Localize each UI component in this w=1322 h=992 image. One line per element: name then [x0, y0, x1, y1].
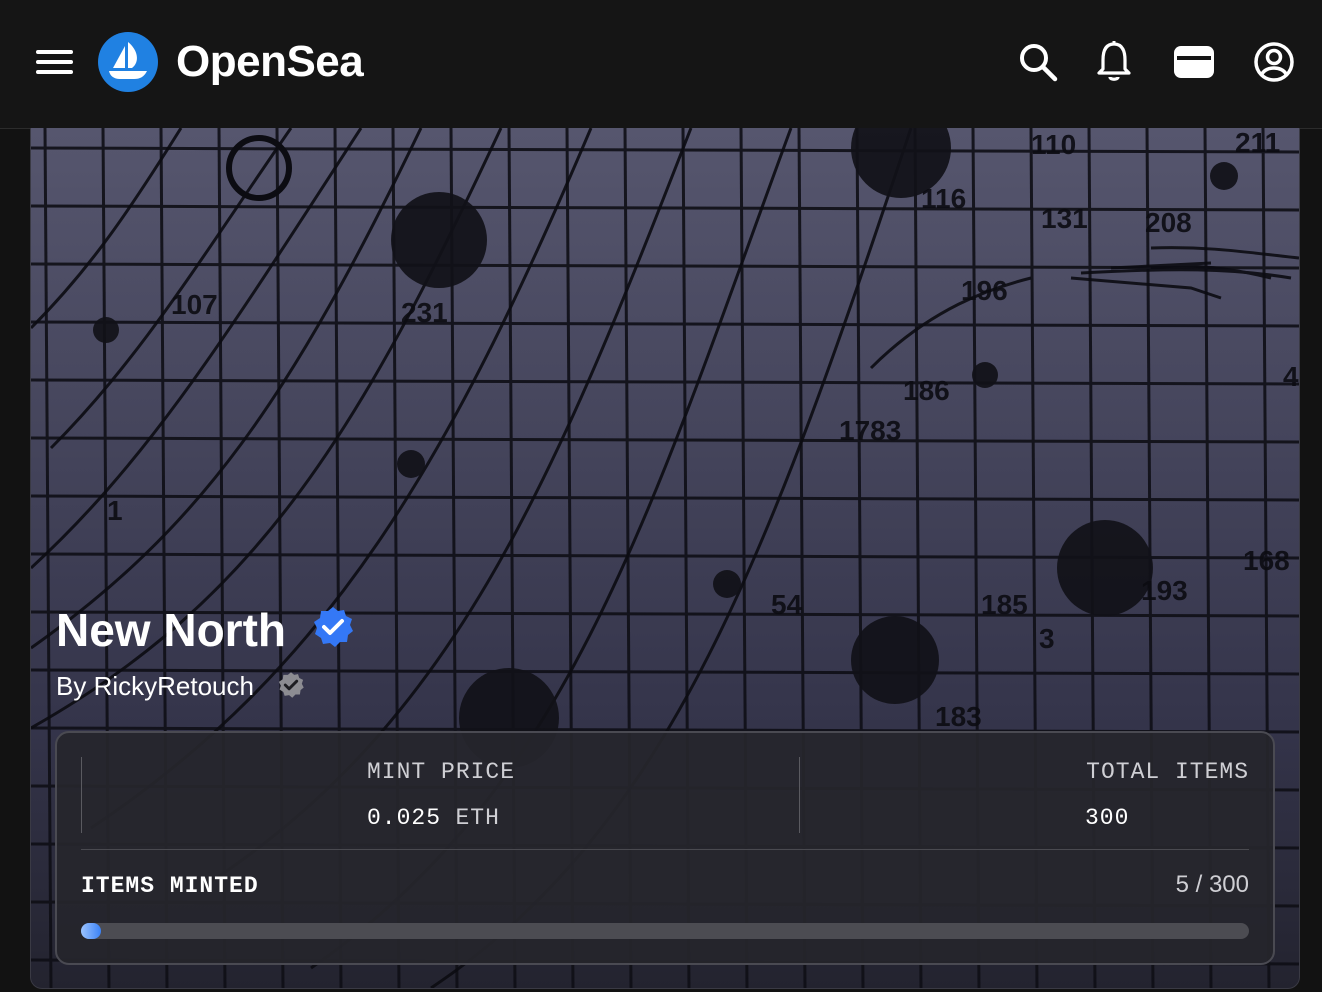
- mint-stats-card: MINT PRICE 0.025 ETH TOTAL ITEMS 300 ITE…: [55, 731, 1275, 965]
- top-navigation-bar: OpenSea: [0, 0, 1322, 129]
- divider: [81, 757, 82, 833]
- collection-banner: 107 231 110 211 116 131 208 196 186 1783 168 185 54 1…: [30, 128, 1300, 989]
- account-icon[interactable]: [1252, 40, 1296, 84]
- items-minted-label: ITEMS MINTED: [81, 873, 259, 899]
- mint-progress-fill: [81, 923, 101, 939]
- banner-chart-label: 116: [921, 183, 966, 214]
- banner-chart-label: 1783: [839, 415, 901, 446]
- banner-chart-label: 1: [107, 495, 123, 526]
- total-items-value: 300: [1085, 805, 1130, 831]
- verified-badge-icon: [311, 605, 355, 654]
- collection-title: New North: [56, 604, 286, 656]
- banner-chart-label: 186: [903, 375, 950, 406]
- banner-chart-label: 107: [171, 289, 218, 320]
- banner-chart-label: 193: [1141, 575, 1188, 606]
- hamburger-menu-icon[interactable]: [36, 46, 74, 78]
- mint-price-value: 0.025 ETH: [367, 805, 500, 831]
- banner-chart-label: 183: [935, 701, 982, 732]
- banner-chart-label: 131: [1041, 203, 1088, 234]
- opensea-logo-icon[interactable]: [98, 32, 158, 92]
- divider: [81, 849, 1249, 850]
- banner-chart-label: 211: [1235, 128, 1280, 158]
- mint-price-amount: 0.025: [367, 805, 442, 831]
- banner-chart-label: 208: [1145, 207, 1192, 238]
- creator-verified-badge-icon: [277, 671, 305, 704]
- divider: [799, 757, 800, 833]
- banner-chart-label: 231: [401, 297, 448, 328]
- wallet-icon[interactable]: [1172, 40, 1216, 84]
- banner-chart-label: 196: [961, 275, 1008, 306]
- banner-chart-label: 4: [1283, 361, 1299, 392]
- banner-chart-label: 54: [771, 589, 803, 620]
- items-minted-count: 5 / 300: [1175, 871, 1249, 898]
- total-items-label: TOTAL ITEMS: [1086, 759, 1249, 785]
- search-icon[interactable]: [1016, 40, 1060, 84]
- banner-chart-label: 110: [1031, 129, 1076, 160]
- mint-progress-bar: [81, 923, 1249, 939]
- banner-chart-label: 185: [981, 589, 1028, 620]
- mint-price-currency: ETH: [455, 805, 500, 831]
- mint-price-label: MINT PRICE: [367, 759, 516, 785]
- banner-chart-label: 3: [1039, 623, 1055, 654]
- brand-name[interactable]: OpenSea: [176, 32, 364, 92]
- bell-icon[interactable]: [1092, 40, 1136, 84]
- banner-chart-label: 168: [1243, 545, 1290, 576]
- creator-name[interactable]: By RickyRetouch: [56, 666, 254, 706]
